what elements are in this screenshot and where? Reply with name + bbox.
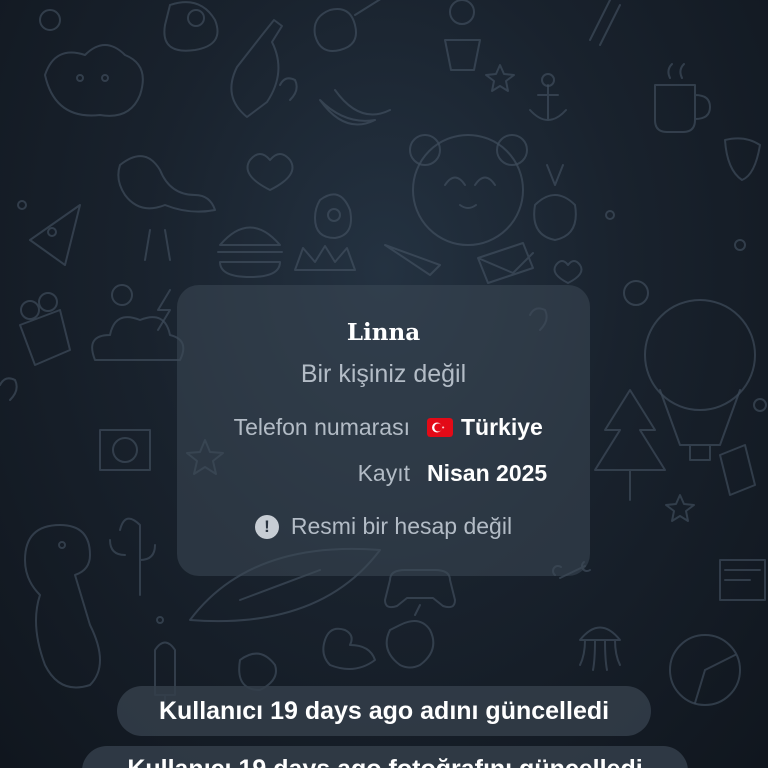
exclamation-circle-icon: ! — [254, 515, 279, 539]
phone-value: Türkiye — [427, 414, 543, 441]
official-notice-text: Resmi bir hesap değil — [290, 513, 513, 539]
registered-row: Kayıt Nisan 2025 — [177, 460, 590, 490]
registered-value: Nisan 2025 — [427, 460, 548, 486]
registered-label: Kayıt — [357, 460, 410, 486]
official-notice: ! Resmi bir hesap değil — [177, 513, 590, 540]
service-message-photo-update: Kullanıcı 19 days ago fotoğrafını güncel… — [82, 746, 688, 768]
phone-label: Telefon numarası — [233, 414, 410, 440]
phone-row: Telefon numarası Türkiye — [177, 414, 590, 444]
profile-info-card: Linna Bir kişiniz değil Telefon numarası… — [177, 285, 590, 576]
service-message-name-update: Kullanıcı 19 days ago adını güncelledi — [117, 686, 651, 736]
contact-status: Bir kişiniz değil — [300, 360, 467, 388]
turkey-flag-icon — [427, 418, 453, 437]
contact-name: Linna — [346, 319, 421, 346]
chat-screen: Linna Bir kişiniz değil Telefon numarası… — [0, 0, 768, 768]
phone-country: Türkiye — [461, 414, 543, 440]
